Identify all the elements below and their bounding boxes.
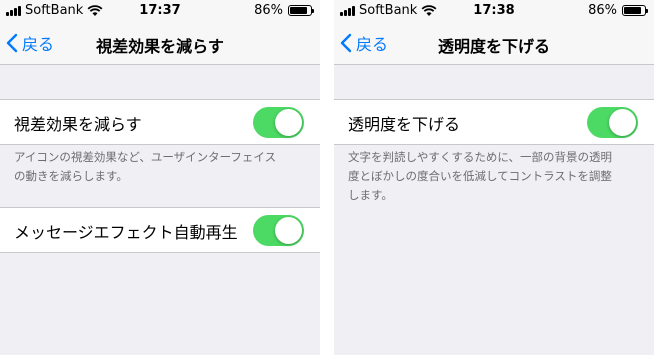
screen-left: SoftBank 17:37 86% 戻る 視差効果を減らす 視差効果を減らす …: [0, 0, 320, 355]
reduce-transparency-toggle[interactable]: [587, 107, 638, 138]
setting-label: メッセージエフェクト自動再生: [14, 223, 238, 242]
battery-icon: [288, 5, 314, 16]
footnote-line: 度とぼかしの度合いを低減してコントラストを調整: [348, 169, 612, 183]
footnote-line: 文字を判読しやすくするために、一部の背景の透明: [348, 150, 613, 164]
footnote-line: の動きを減らします。: [14, 169, 128, 183]
setting-label: 視差効果を減らす: [14, 115, 142, 134]
battery-group: 86%: [254, 3, 314, 18]
toggle-knob: [609, 109, 636, 136]
battery-icon: [622, 5, 648, 16]
toggle-knob: [275, 109, 302, 136]
footnote: 文字を判読しやすくするために、一部の背景の透明 度とぼかしの度合いを低減してコン…: [348, 148, 642, 205]
status-bar: SoftBank 17:37 86%: [0, 0, 320, 22]
page-title: 視差効果を減らす: [96, 37, 224, 56]
battery-group: 86%: [588, 3, 648, 18]
status-bar: SoftBank 17:38 86%: [334, 0, 654, 22]
toggle-knob: [275, 217, 302, 244]
page-title: 透明度を下げる: [437, 37, 550, 56]
reduce-motion-toggle[interactable]: [253, 107, 304, 138]
nav-bar: 戻る 視差効果を減らす: [0, 22, 320, 65]
setting-row-reduce-transparency: 透明度を下げる: [334, 99, 654, 145]
nav-bar: 戻る 透明度を下げる: [334, 22, 654, 65]
footnote: アイコンの視差効果など、ユーザインターフェイス の動きを減らします。: [14, 148, 308, 186]
footnote-line: します。: [348, 188, 393, 202]
screen-right: SoftBank 17:38 86% 戻る 透明度を下げる 透明度を下げる 文字…: [334, 0, 654, 355]
footnote-line: アイコンの視差効果など、ユーザインターフェイス: [14, 150, 277, 164]
message-effects-toggle[interactable]: [253, 215, 304, 246]
setting-row-reduce-motion: 視差効果を減らす: [0, 99, 320, 145]
setting-label: 透明度を下げる: [348, 115, 461, 134]
battery-percent: 86%: [254, 3, 283, 18]
battery-percent: 86%: [588, 3, 617, 18]
setting-row-message-effects: メッセージエフェクト自動再生: [0, 207, 320, 253]
